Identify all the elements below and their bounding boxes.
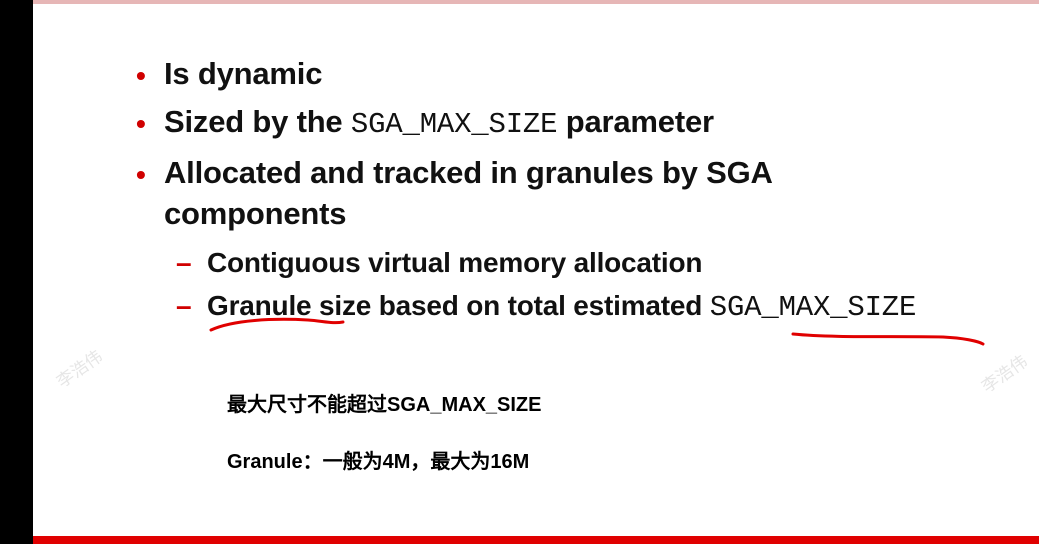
underline-sga-max-size (791, 332, 985, 346)
note-line-1: 最大尺寸不能超过SGA_MAX_SIZE (227, 394, 542, 416)
slide: • Is dynamic • Sized by the SGA_MAX_SIZE… (33, 0, 1039, 544)
underline-granule (209, 317, 345, 332)
bottom-rule (33, 536, 1039, 544)
left-black-margin (0, 0, 33, 544)
note-line-2: Granule：一般为4M，最大为16M (227, 451, 530, 473)
annotation-underlines (209, 317, 985, 346)
